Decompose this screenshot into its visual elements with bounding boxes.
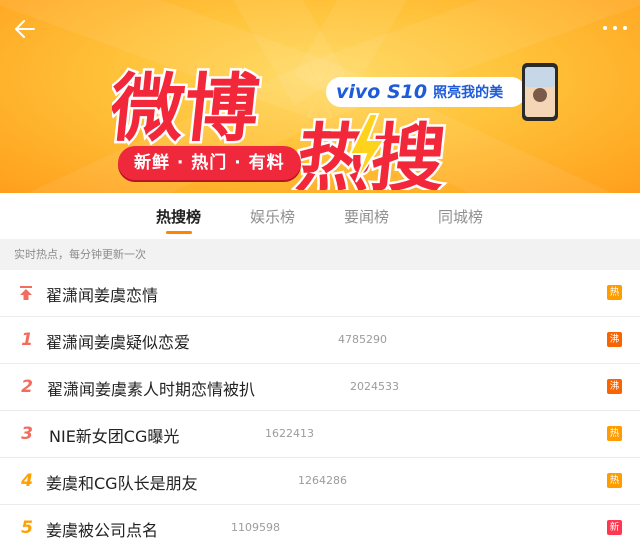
hot-search-banner: 微博 热搜 新鲜 · 热门 · 有料 vivo S10 照亮我的美 <box>0 0 640 193</box>
item-title: 翟潇闻姜虞恋情 <box>46 286 159 305</box>
status-badge: 热 <box>607 285 622 300</box>
rank-number: 1 <box>21 330 33 350</box>
item-title: 翟潇闻姜虞素人时期恋情被扒 <box>47 380 256 399</box>
list-item[interactable]: 4 姜虞和CG队长是朋友 1264286 热 <box>0 458 640 505</box>
back-arrow-icon[interactable] <box>12 16 38 42</box>
pin-top-icon <box>20 286 32 300</box>
more-options-icon[interactable] <box>600 22 630 34</box>
tab-local[interactable]: 同城榜 <box>438 206 483 227</box>
vivo-ad-pill[interactable]: vivo S10 照亮我的美 <box>326 77 526 107</box>
list-item[interactable]: 3 NIE新女团CG曝光 1622413 热 <box>0 411 640 458</box>
tab-hot-search[interactable]: 热搜榜 <box>156 206 201 227</box>
ranking-tabs: 热搜榜 娱乐榜 要闻榜 同城榜 <box>0 193 640 239</box>
rank-number: 5 <box>21 518 33 538</box>
item-title: 翟潇闻姜虞疑似恋爱 <box>46 333 191 352</box>
rank-number: 4 <box>21 471 33 491</box>
heat-count: 4785290 <box>338 333 387 346</box>
heat-count: 1109598 <box>231 521 280 534</box>
heat-count: 2024533 <box>350 380 399 393</box>
rank-number: 2 <box>21 377 33 397</box>
hot-search-list: 翟潇闻姜虞恋情 热 1 翟潇闻姜虞疑似恋爱 4785290 沸 2 翟潇闻姜虞素… <box>0 270 640 549</box>
ad-brand: vivo S10 <box>336 81 428 103</box>
status-badge: 热 <box>607 426 622 441</box>
phone-image-icon[interactable] <box>520 62 560 122</box>
list-item[interactable]: 2 翟潇闻姜虞素人时期恋情被扒 2024533 沸 <box>0 364 640 411</box>
list-item[interactable]: 1 翟潇闻姜虞疑似恋爱 4785290 沸 <box>0 317 640 364</box>
active-tab-indicator <box>166 231 192 234</box>
heat-count: 1622413 <box>265 427 314 440</box>
tab-news[interactable]: 要闻榜 <box>344 206 389 227</box>
status-badge: 新 <box>607 520 622 535</box>
ad-slogan: 照亮我的美 <box>433 85 504 101</box>
section-header: 实时热点，每分钟更新一次 <box>0 239 640 270</box>
list-item[interactable]: 翟潇闻姜虞恋情 热 <box>0 270 640 317</box>
status-badge: 沸 <box>607 332 622 347</box>
tab-entertainment[interactable]: 娱乐榜 <box>250 206 295 227</box>
status-badge: 沸 <box>607 379 622 394</box>
svg-text:微博: 微博 <box>112 66 263 152</box>
item-title: NIE新女团CG曝光 <box>49 427 180 446</box>
banner-tagline: 新鲜 · 热门 · 有料 <box>118 146 301 180</box>
rank-number: 3 <box>21 424 33 444</box>
item-title: 姜虞被公司点名 <box>46 521 159 540</box>
status-badge: 热 <box>607 473 622 488</box>
item-title: 姜虞和CG队长是朋友 <box>46 474 198 493</box>
heat-count: 1264286 <box>298 474 347 487</box>
list-item[interactable]: 5 姜虞被公司点名 1109598 新 <box>0 505 640 549</box>
